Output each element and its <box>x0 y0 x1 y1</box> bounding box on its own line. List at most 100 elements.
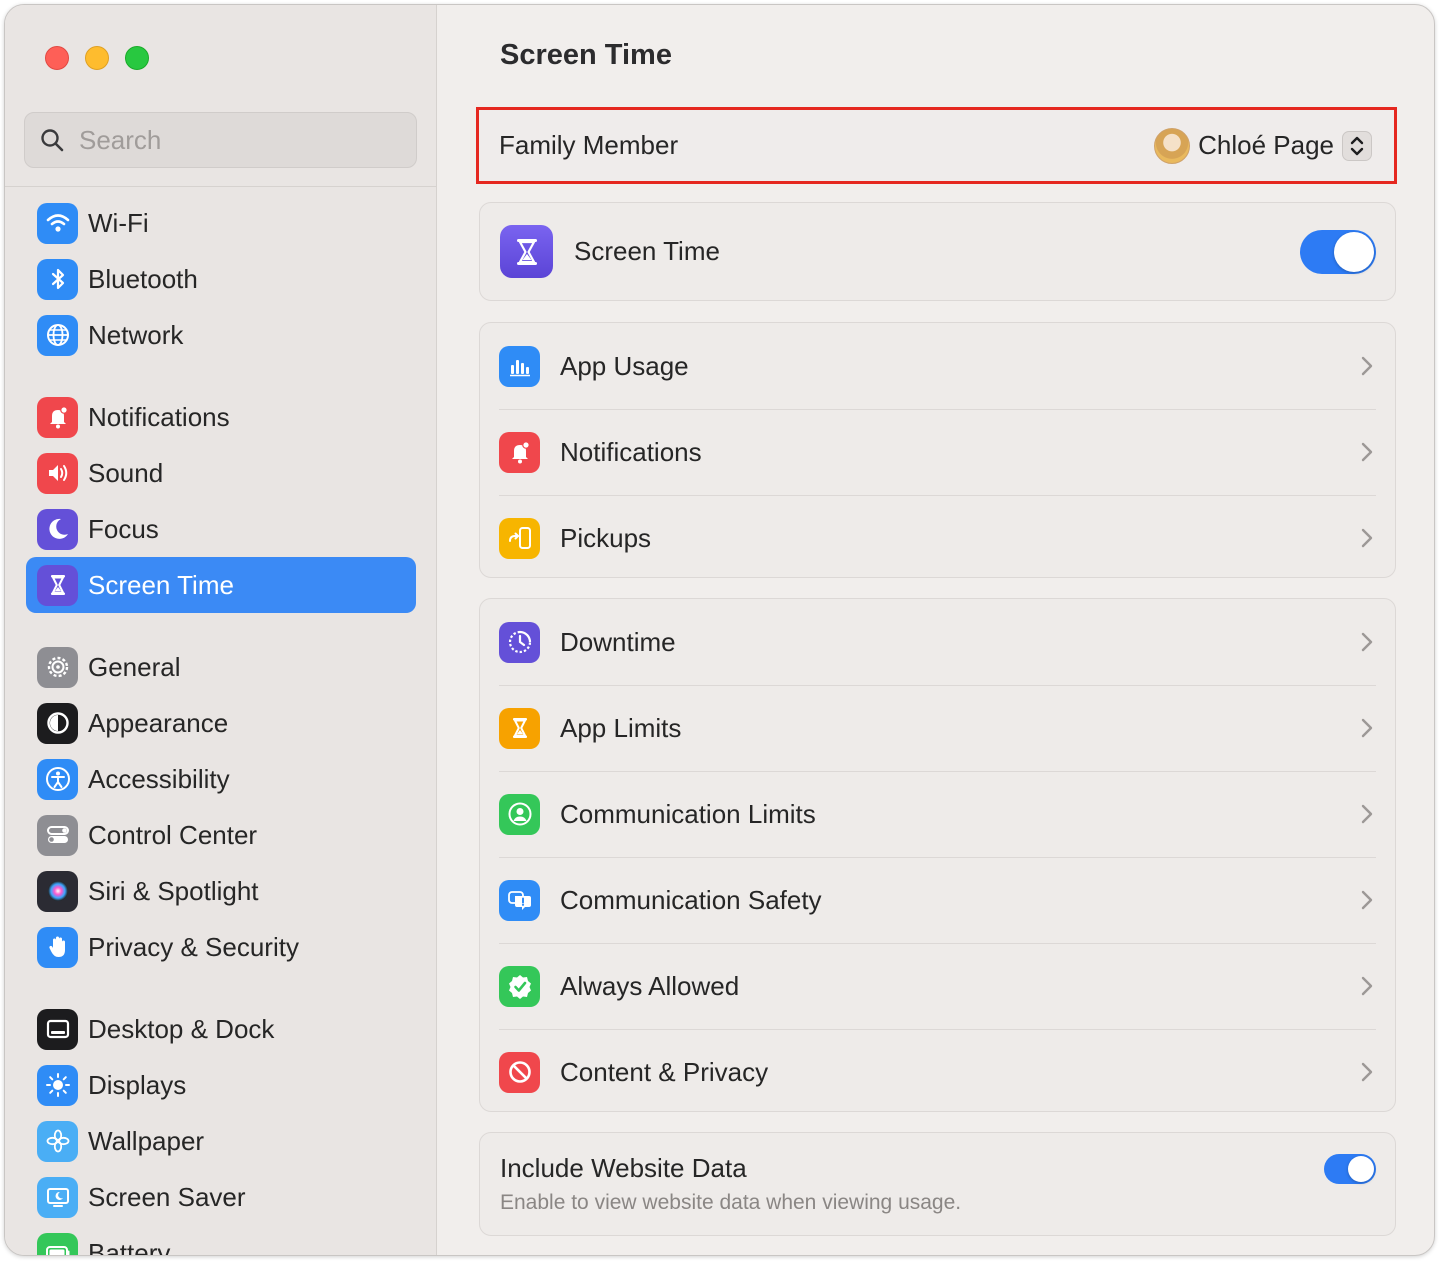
chevron-right-icon <box>1361 804 1373 824</box>
list-item-notifications[interactable]: Notifications <box>480 409 1395 495</box>
sidebar-item-label: Screen Saver <box>88 1181 246 1212</box>
minimize-window-button[interactable] <box>85 46 109 70</box>
list-item-app-usage[interactable]: App Usage <box>480 323 1395 409</box>
sidebar-item-wi-fi[interactable]: Wi-Fi <box>26 195 416 251</box>
search-icon <box>41 129 64 152</box>
notifications-icon <box>499 431 540 473</box>
sidebar-item-label: Focus <box>88 513 159 544</box>
chevron-right-icon <box>1361 528 1373 548</box>
list-item-label: Communication Safety <box>560 884 822 915</box>
list-item-communication-safety[interactable]: Communication Safety <box>480 857 1395 943</box>
sidebar: Wi-Fi Bluetooth Network Notifications Sound F… <box>5 5 437 1255</box>
close-window-button[interactable] <box>45 46 69 70</box>
limits-group: Downtime App Limits Communication Limits Co… <box>479 598 1396 1112</box>
chevron-right-icon <box>1361 356 1373 376</box>
sidebar-item-label: Bluetooth <box>88 263 198 294</box>
pickups-icon <box>499 517 540 559</box>
window-controls <box>45 46 149 70</box>
sidebar-item-sound[interactable]: Sound <box>26 445 416 501</box>
bluetooth-icon <box>37 258 78 300</box>
sidebar-item-label: Battery <box>88 1237 171 1256</box>
content-privacy-icon <box>499 1051 540 1093</box>
popup-chevrons-icon[interactable] <box>1342 130 1372 161</box>
website-data-card: Include Website Data Enable to view webs… <box>479 1132 1396 1236</box>
list-item-app-limits[interactable]: App Limits <box>480 685 1395 771</box>
sidebar-item-screen-time[interactable]: Screen Time <box>26 557 416 613</box>
app-limits-icon <box>499 707 540 749</box>
sidebar-item-bluetooth[interactable]: Bluetooth <box>26 251 416 307</box>
control-center-icon <box>37 814 78 856</box>
sidebar-item-general[interactable]: General <box>26 639 416 695</box>
sidebar-item-label: Appearance <box>88 707 229 738</box>
sidebar-item-label: Notifications <box>88 401 230 432</box>
accessibility-icon <box>37 758 78 800</box>
sidebar-item-label: Network <box>88 319 184 350</box>
bell-icon <box>37 396 78 438</box>
sidebar-item-label: Displays <box>88 1069 187 1100</box>
zoom-window-button[interactable] <box>125 46 149 70</box>
sidebar-item-label: Control Center <box>88 819 258 850</box>
chevron-right-icon <box>1361 1062 1373 1082</box>
avatar <box>1154 127 1191 164</box>
appearance-icon <box>37 702 78 744</box>
sidebar-item-appearance[interactable]: Appearance <box>26 695 416 751</box>
family-member-value: Chloé Page <box>1198 130 1334 160</box>
chevron-right-icon <box>1361 890 1373 910</box>
sidebar-item-label: Sound <box>88 457 164 488</box>
sidebar-item-label: Wallpaper <box>88 1125 205 1156</box>
list-item-downtime[interactable]: Downtime <box>480 599 1395 685</box>
main-pane: Screen Time Family Member Chloé Page Scr… <box>438 5 1434 1255</box>
sidebar-item-screen-saver[interactable]: Screen Saver <box>26 1169 416 1225</box>
sidebar-item-label: Accessibility <box>88 763 230 794</box>
list-item-label: Always Allowed <box>560 970 740 1001</box>
downtime-icon <box>499 621 540 663</box>
sidebar-item-label: Desktop & Dock <box>88 1013 275 1044</box>
website-data-description: Enable to view website data when viewing… <box>500 1191 962 1214</box>
list-item-pickups[interactable]: Pickups <box>480 495 1395 581</box>
sidebar-item-privacy-and-security[interactable]: Privacy & Security <box>26 919 416 975</box>
website-data-toggle[interactable] <box>1324 1154 1376 1184</box>
settings-window: Wi-Fi Bluetooth Network Notifications Sound F… <box>4 4 1435 1256</box>
website-data-label: Include Website Data <box>500 1153 747 1183</box>
chevron-right-icon <box>1361 442 1373 462</box>
sidebar-item-displays[interactable]: Displays <box>26 1057 416 1113</box>
list-item-label: Communication Limits <box>560 798 816 829</box>
list-item-communication-limits[interactable]: Communication Limits <box>480 771 1395 857</box>
sidebar-item-label: Wi-Fi <box>88 207 149 238</box>
screen-time-toggle[interactable] <box>1300 229 1376 274</box>
page-title: Screen Time <box>500 39 672 71</box>
gear-icon <box>37 646 78 688</box>
sidebar-item-accessibility[interactable]: Accessibility <box>26 751 416 807</box>
chevron-right-icon <box>1361 976 1373 996</box>
sidebar-item-label: Screen Time <box>88 569 234 600</box>
sidebar-item-notifications[interactable]: Notifications <box>26 389 416 445</box>
hourglass-icon <box>37 564 78 606</box>
sidebar-item-wallpaper[interactable]: Wallpaper <box>26 1113 416 1169</box>
moon-icon <box>37 508 78 550</box>
sidebar-item-focus[interactable]: Focus <box>26 501 416 557</box>
hourglass-icon <box>500 225 553 278</box>
family-member-row[interactable]: Family Member Chloé Page <box>476 107 1397 184</box>
flower-icon <box>37 1120 78 1162</box>
screen-time-label: Screen Time <box>574 236 720 266</box>
family-member-label: Family Member <box>499 130 679 160</box>
screen-time-card: Screen Time <box>479 202 1396 301</box>
sun-icon <box>37 1064 78 1106</box>
sidebar-item-battery[interactable]: Battery <box>26 1225 416 1255</box>
communication-safety-icon <box>499 879 540 921</box>
usage-group: App Usage Notifications Pickups <box>479 322 1396 578</box>
list-item-always-allowed[interactable]: Always Allowed <box>480 943 1395 1029</box>
communication-limits-icon <box>499 793 540 835</box>
globe-icon <box>37 314 78 356</box>
search-field[interactable] <box>24 112 417 168</box>
dock-icon <box>37 1008 78 1050</box>
list-item-content-and-privacy[interactable]: Content & Privacy <box>480 1029 1395 1115</box>
sidebar-item-desktop-and-dock[interactable]: Desktop & Dock <box>26 1001 416 1057</box>
sidebar-item-network[interactable]: Network <box>26 307 416 363</box>
sidebar-item-control-center[interactable]: Control Center <box>26 807 416 863</box>
sidebar-item-siri-and-spotlight[interactable]: Siri & Spotlight <box>26 863 416 919</box>
family-member-popup[interactable]: Chloé Page <box>1154 127 1372 164</box>
sidebar-divider <box>5 186 436 187</box>
sidebar-item-label: Privacy & Security <box>88 931 299 962</box>
search-input[interactable] <box>79 124 379 156</box>
